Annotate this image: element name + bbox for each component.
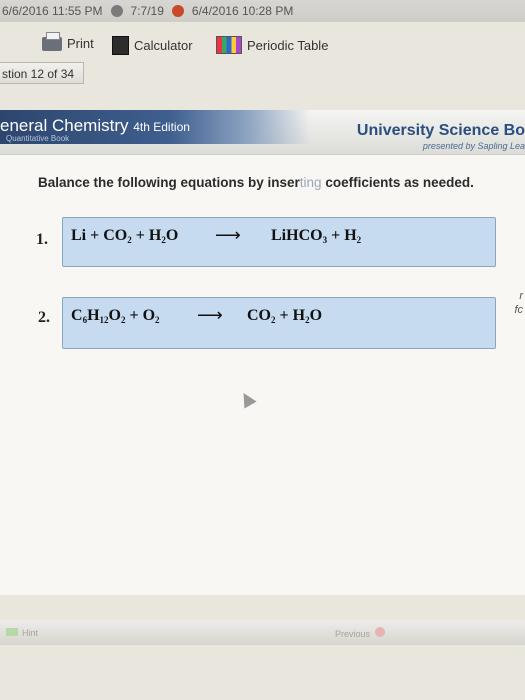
equation-number: 2. xyxy=(38,309,50,326)
hint-icon xyxy=(6,628,18,636)
equation-1-box[interactable]: Li + CO2 + H2O ⟶ LiHCO3 + H2 xyxy=(62,217,496,267)
publisher-name: University Science Bo xyxy=(356,122,525,139)
clock-icon xyxy=(110,5,123,17)
periodic-table-icon xyxy=(216,36,242,54)
course-header: eneral Chemistry 4th Edition Quantitativ… xyxy=(0,110,525,154)
equation-2-products: CO2 + H2O xyxy=(247,307,323,325)
system-top-strip: 6/6/2016 11:55 PM 7:7/19 6/4/2016 10:28 … xyxy=(0,0,525,22)
calculator-button[interactable]: Calculator xyxy=(112,36,193,55)
question-footer: Hint Previous xyxy=(0,620,525,645)
equation-2-reactants: C6H12O2 + O2 xyxy=(71,307,160,325)
course-edition: 4th Edition xyxy=(133,120,190,134)
periodic-table-label: Periodic Table xyxy=(247,37,329,53)
equation-1-reactants: Li + CO2 + H2O xyxy=(71,227,179,245)
question-panel: Balance the following equations by inser… xyxy=(0,154,525,595)
calculator-icon xyxy=(112,36,129,55)
timestamp-right: 6/4/2016 10:28 PM xyxy=(191,4,294,18)
question-instructions: Balance the following equations by inser… xyxy=(38,175,474,190)
periodic-table-button[interactable]: Periodic Table xyxy=(216,36,328,54)
hint-button[interactable]: Hint xyxy=(22,628,38,638)
print-label: Print xyxy=(67,36,94,51)
instructions-text-2: coefficients as needed. xyxy=(321,175,474,190)
equation-2-box[interactable]: C6H12O2 + O2 ⟶ CO2 + H2O xyxy=(62,297,496,349)
course-title: eneral Chemistry 4th Edition xyxy=(0,116,190,136)
timestamp-mid: 7:7/19 xyxy=(130,4,164,18)
equation-number: 1. xyxy=(36,231,48,248)
presented-by: presented by Sapling Lea xyxy=(422,141,525,151)
print-button[interactable]: Print xyxy=(42,31,94,51)
equation-1-products: LiHCO3 + H2 xyxy=(271,227,362,245)
previous-button[interactable]: Previous xyxy=(335,629,370,639)
previous-icon xyxy=(375,627,385,637)
question-counter: stion 12 of 34 xyxy=(0,62,84,84)
course-name: eneral Chemistry xyxy=(0,116,129,135)
edge-mark: fc xyxy=(514,304,523,316)
instructions-text-1: Balance the following equations by inser xyxy=(38,175,300,190)
reaction-arrow-icon: ⟶ xyxy=(197,305,223,325)
printer-icon xyxy=(42,31,62,51)
clock-icon xyxy=(171,5,184,17)
timestamp-left: 6/6/2016 11:55 PM xyxy=(2,4,103,18)
course-banner: eneral Chemistry 4th Edition Quantitativ… xyxy=(0,110,310,144)
edge-mark: r xyxy=(519,290,523,302)
instructions-text-faint: ting xyxy=(299,175,322,190)
course-subtitle: Quantitative Book xyxy=(6,134,70,143)
toolbar: Print Calculator Periodic Table xyxy=(0,30,525,60)
reaction-arrow-icon: ⟶ xyxy=(215,225,241,245)
calculator-label: Calculator xyxy=(134,38,193,53)
